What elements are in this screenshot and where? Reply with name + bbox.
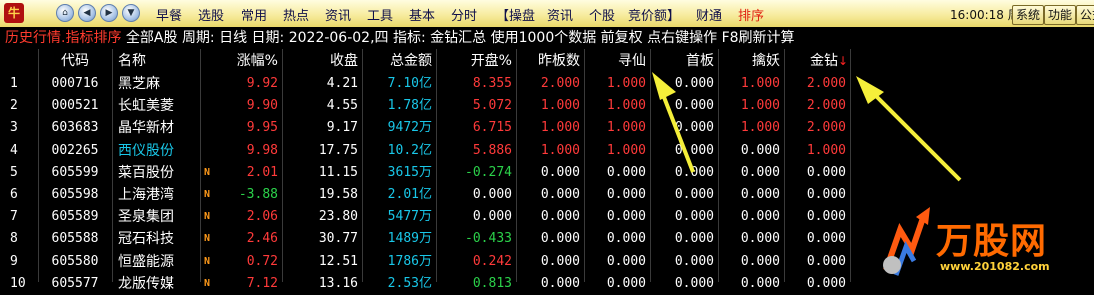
watermark-brand: 万股网 bbox=[936, 221, 1048, 262]
arrow-to-xunxian bbox=[660, 91, 695, 173]
arrow-to-jinzuan bbox=[870, 90, 962, 182]
arrow-head-xunxian bbox=[652, 72, 676, 100]
watermark-url: www.201082.com bbox=[940, 260, 1050, 273]
